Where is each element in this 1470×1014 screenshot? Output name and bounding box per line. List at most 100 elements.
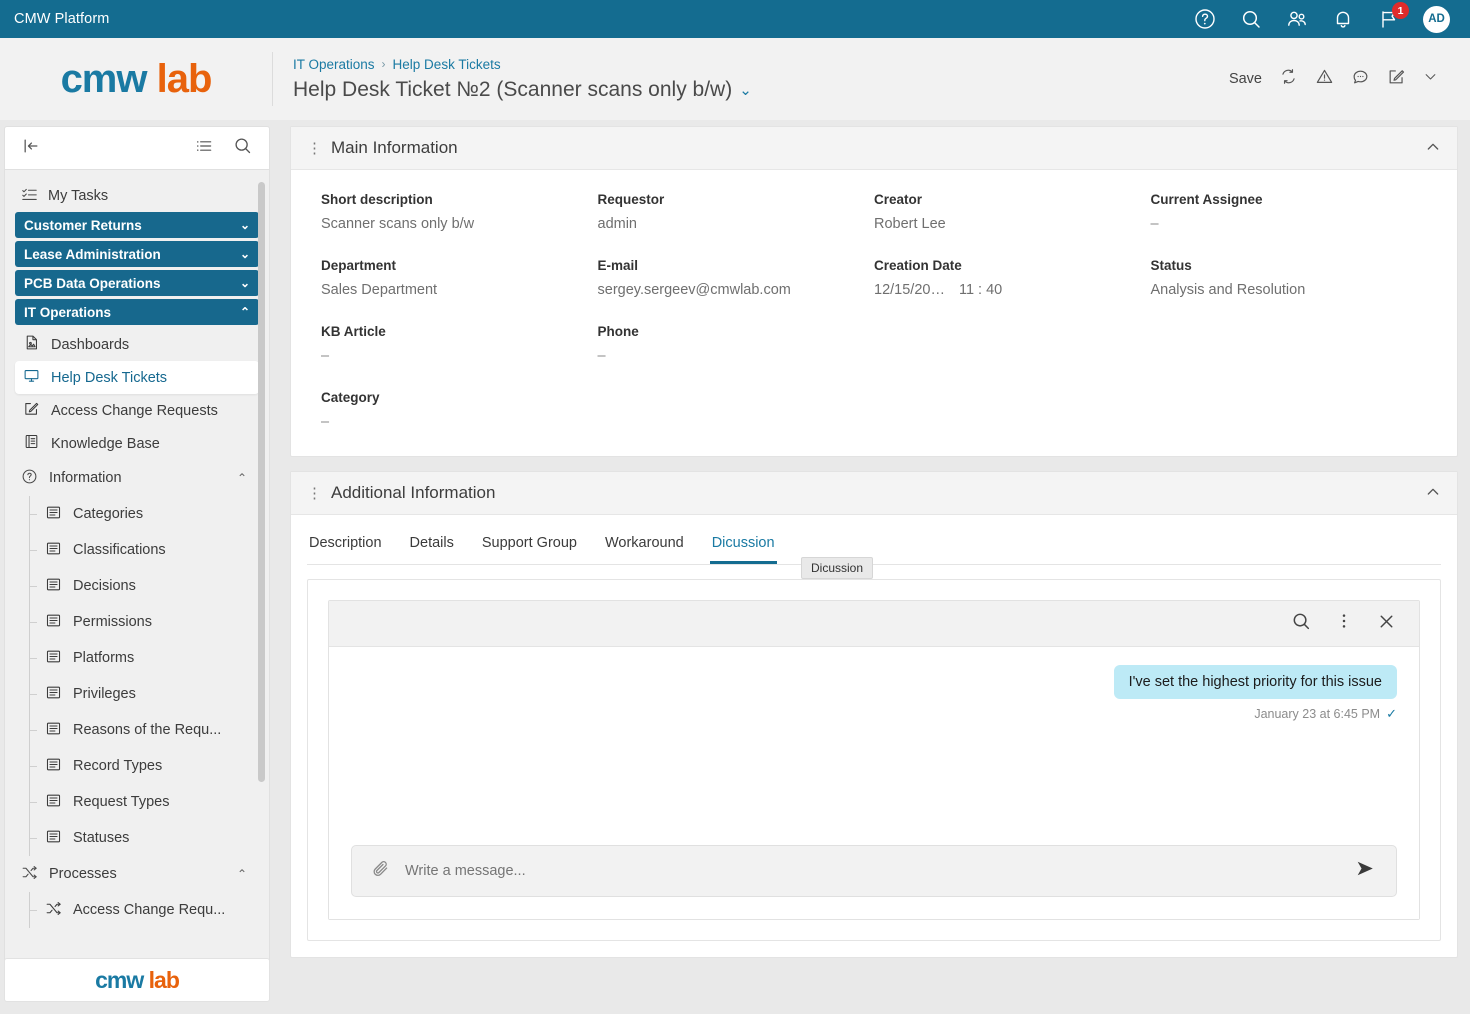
sidebar-subitem-permissions[interactable]: Permissions [15,604,259,640]
header-band: cmw lab IT Operations › Help Desk Ticket… [0,38,1470,120]
sidebar-subitem-decisions[interactable]: Decisions [15,568,259,604]
breadcrumb-item-help-desk-tickets[interactable]: Help Desk Tickets [393,57,501,72]
list-icon[interactable] [194,136,214,161]
field-value: Robert Lee [874,216,946,232]
send-icon[interactable] [1353,856,1378,886]
edit-square-icon [23,400,40,421]
toolbar-chevron-down-icon[interactable] [1423,69,1438,89]
sidebar-group-lease-administration[interactable]: Lease Administration ⌄ [15,241,259,267]
chevron-up-icon[interactable]: ⌃ [240,305,250,319]
book-icon [23,433,40,454]
sidebar-item-dashboards[interactable]: Dashboards [15,328,259,361]
breadcrumb-item-it-operations[interactable]: IT Operations [293,57,375,72]
sidebar-subitem-classifications[interactable]: Classifications [15,532,259,568]
brand-logo[interactable]: cmw lab [0,38,272,120]
sidebar-item-my-tasks[interactable]: My Tasks [15,180,259,212]
sidebar-subitem-privileges[interactable]: Privileges [15,676,259,712]
field-label: Status [1150,258,1192,273]
chevron-up-icon[interactable]: ⌃ [237,471,247,485]
field-creation-date: Creation Date 12/15/20… 11 : 40 [874,258,1151,298]
collapse-chevron-icon[interactable] [1425,139,1441,158]
app-root: CMW Platform 1 AD cmw lab IT Operations … [0,0,1470,1014]
tab-description[interactable]: Description [307,529,384,564]
sidebar-group-customer-returns[interactable]: Customer Returns ⌄ [15,212,259,238]
sidebar-subitem-platforms[interactable]: Platforms [15,640,259,676]
chat-header [329,601,1419,647]
field-value: Scanner scans only b/w [321,216,475,232]
chevron-up-icon[interactable]: ⌃ [237,867,247,881]
main-information-fields: Short description Scanner scans only b/w … [291,170,1457,456]
bell-icon[interactable] [1331,7,1355,31]
message-composer[interactable] [351,845,1397,897]
field-value: – [1150,216,1159,232]
field-value: – [321,414,330,430]
sidebar-subitem-access-change-requ[interactable]: Access Change Requ... [15,892,259,928]
sidebar-item-help-desk-tickets[interactable]: Help Desk Tickets [15,361,259,394]
additional-information-title: Additional Information [331,483,496,502]
sidebar-collapse-icon[interactable] [21,136,41,161]
sidebar-group-it-operations[interactable]: IT Operations ⌃ [15,299,259,325]
sidebar-section-processes[interactable]: Processes ⌃ [15,856,259,892]
sidebar: My Tasks Customer Returns ⌄ Lease Admini… [4,126,270,964]
save-button[interactable]: Save [1229,71,1262,87]
collapse-chevron-icon[interactable] [1425,484,1441,503]
field-status: Status Analysis and Resolution [1151,258,1428,298]
search-icon[interactable] [1239,7,1263,31]
list-item-icon [45,720,62,741]
users-icon[interactable] [1285,7,1309,31]
tab-workaround[interactable]: Workaround [603,529,686,564]
field-requestor: Requestor admin [598,192,875,232]
refresh-icon[interactable] [1279,67,1298,91]
field-category: Category – [321,390,598,430]
avatar[interactable]: AD [1423,5,1450,33]
title-chevron-down-icon[interactable]: ⌄ [739,81,752,99]
tab-support-group[interactable]: Support Group [480,529,579,564]
paperclip-icon[interactable] [370,858,391,884]
field-empty [1151,390,1428,430]
sidebar-subitem-request-types[interactable]: Request Types [15,784,259,820]
drag-handle-icon[interactable]: ⋮ [307,141,322,156]
chevron-down-icon[interactable]: ⌄ [240,276,250,290]
main-content: ⋮ Main Information Short description Scan… [290,126,1458,972]
edit-icon[interactable] [1387,67,1406,91]
sidebar-subitem-record-types[interactable]: Record Types [15,748,259,784]
sidebar-item-access-change-requests[interactable]: Access Change Requests [15,394,259,427]
comment-icon[interactable] [1351,67,1370,91]
platform-title: CMW Platform [14,11,110,27]
chevron-down-icon[interactable]: ⌄ [240,247,250,261]
drag-handle-icon[interactable]: ⋮ [307,486,322,501]
sidebar-subitem-label: Reasons of the Requ... [73,722,222,738]
top-bar-icons: 1 AD [1193,2,1456,33]
field-current-assignee: Current Assignee – [1151,192,1428,232]
field-value: Analysis and Resolution [1150,282,1306,298]
footer-logo-text-lab: lab [148,966,180,993]
warning-icon[interactable] [1315,67,1334,91]
sidebar-section-information[interactable]: Information ⌃ [15,460,259,496]
help-icon[interactable] [1193,7,1217,31]
sidebar-subitem-statuses[interactable]: Statuses [15,820,259,856]
kebab-menu-icon[interactable] [1334,611,1354,636]
sidebar-subitem-categories[interactable]: Categories [15,496,259,532]
list-item-icon [45,576,62,597]
flag-icon[interactable]: 1 [1377,2,1409,31]
field-label: Requestor [597,192,665,207]
sidebar-search-icon[interactable] [232,135,253,161]
field-value: – [321,348,330,364]
sidebar-group-list: Customer Returns ⌄ Lease Administration … [15,212,259,325]
close-icon[interactable] [1376,611,1397,637]
tab-details[interactable]: Details [408,529,456,564]
sidebar-subitem-reasons-of-the-requ[interactable]: Reasons of the Requ... [15,712,259,748]
chat-search-icon[interactable] [1290,610,1312,637]
field-value: Sales Department [321,282,438,298]
tab-dicussion[interactable]: Dicussion [709,529,777,564]
field-creator: Creator Robert Lee [874,192,1151,232]
notification-badge: 1 [1392,2,1409,19]
list-item-icon [45,792,62,813]
message-input[interactable] [405,863,1339,879]
chat-message-timestamp: January 23 at 6:45 PM [1254,707,1381,721]
chevron-down-icon[interactable]: ⌄ [240,218,250,232]
sidebar-group-pcb-data-operations[interactable]: PCB Data Operations ⌄ [15,270,259,296]
sidebar-item-label: Help Desk Tickets [51,369,168,386]
sidebar-scrollbar[interactable] [258,182,265,782]
sidebar-item-knowledge-base[interactable]: Knowledge Base [15,427,259,460]
